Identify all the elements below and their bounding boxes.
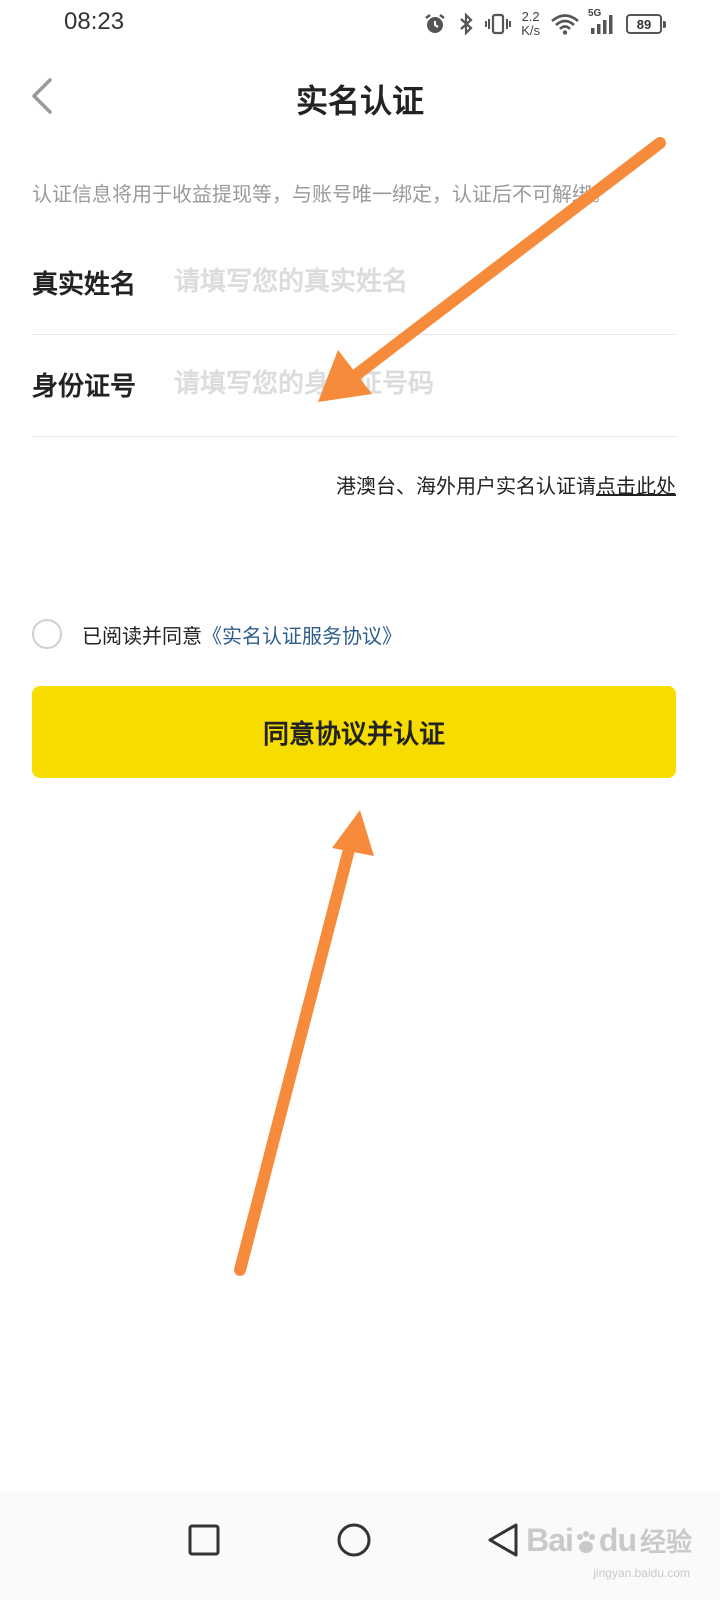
network-type: 5G [588,8,602,19]
overseas-text: 港澳台、海外用户实名认证请 [336,474,596,498]
real-name-label: 真实姓名 [32,270,137,300]
vibrate-icon [485,12,512,36]
network-speed-unit: K/s [521,23,540,38]
network-speed: 2.2 K/s [521,10,540,38]
battery-level: 89 [636,16,652,32]
battery-icon: 89 [626,14,666,34]
page-title: 实名认证 [295,82,424,120]
status-icons: 2.2 K/s 5G 89 [423,8,666,40]
real-name-row: 真实姓名 [32,232,676,335]
status-time: 08:23 [64,8,125,35]
agreement-link[interactable]: 《实名认证服务协议》 [202,624,402,648]
paw-icon [576,1530,595,1553]
back-triangle-icon [488,1523,518,1557]
home-button[interactable] [324,1510,384,1570]
home-icon [337,1523,371,1557]
agreement-row: 已阅读并同意《实名认证服务协议》 [32,616,402,652]
id-number-label: 身份证号 [32,372,137,402]
id-number-input[interactable] [174,360,664,408]
network-speed-value: 2.2 [521,9,540,24]
bluetooth-icon [457,12,475,36]
recent-apps-icon [188,1524,220,1556]
baidu-watermark: Bai du 经验 [526,1522,692,1559]
alarm-icon [423,12,447,36]
watermark-brand-prefix: Bai [526,1522,574,1558]
screen: 08:23 2.2 K/s 5G 89 实名认证 认证信息将用于收益提现等，与账… [0,0,720,1600]
overseas-notice: 港澳台、海外用户实名认证请点击此处 [336,470,676,499]
id-number-row: 身份证号 [32,334,676,437]
wifi-icon [550,12,580,36]
agreement-text: 已阅读并同意《实名认证服务协议》 [82,620,402,649]
nav-header: 实名认证 [0,60,720,136]
agreement-checkbox[interactable] [32,619,62,649]
notice-text: 认证信息将用于收益提现等，与账号唯一绑定，认证后不可解绑。 [32,182,612,206]
watermark-brand: Bai du [526,1522,637,1559]
agree-and-verify-button[interactable]: 同意协议并认证 [32,686,676,778]
watermark-brand-suffix: du [598,1522,637,1558]
watermark-cn: 经验 [639,1528,692,1558]
real-name-input[interactable] [174,258,664,306]
system-back-button[interactable] [474,1510,534,1570]
status-bar: 08:23 2.2 K/s 5G 89 [0,0,720,48]
recent-apps-button[interactable] [174,1510,234,1570]
signal-icon: 5G [588,8,616,36]
agreement-prefix: 已阅读并同意 [82,623,202,648]
overseas-link[interactable]: 点击此处 [596,474,676,498]
watermark-url: jingyan.baidu.com [593,1566,690,1580]
arrow-to-submit-button [234,810,374,1276]
